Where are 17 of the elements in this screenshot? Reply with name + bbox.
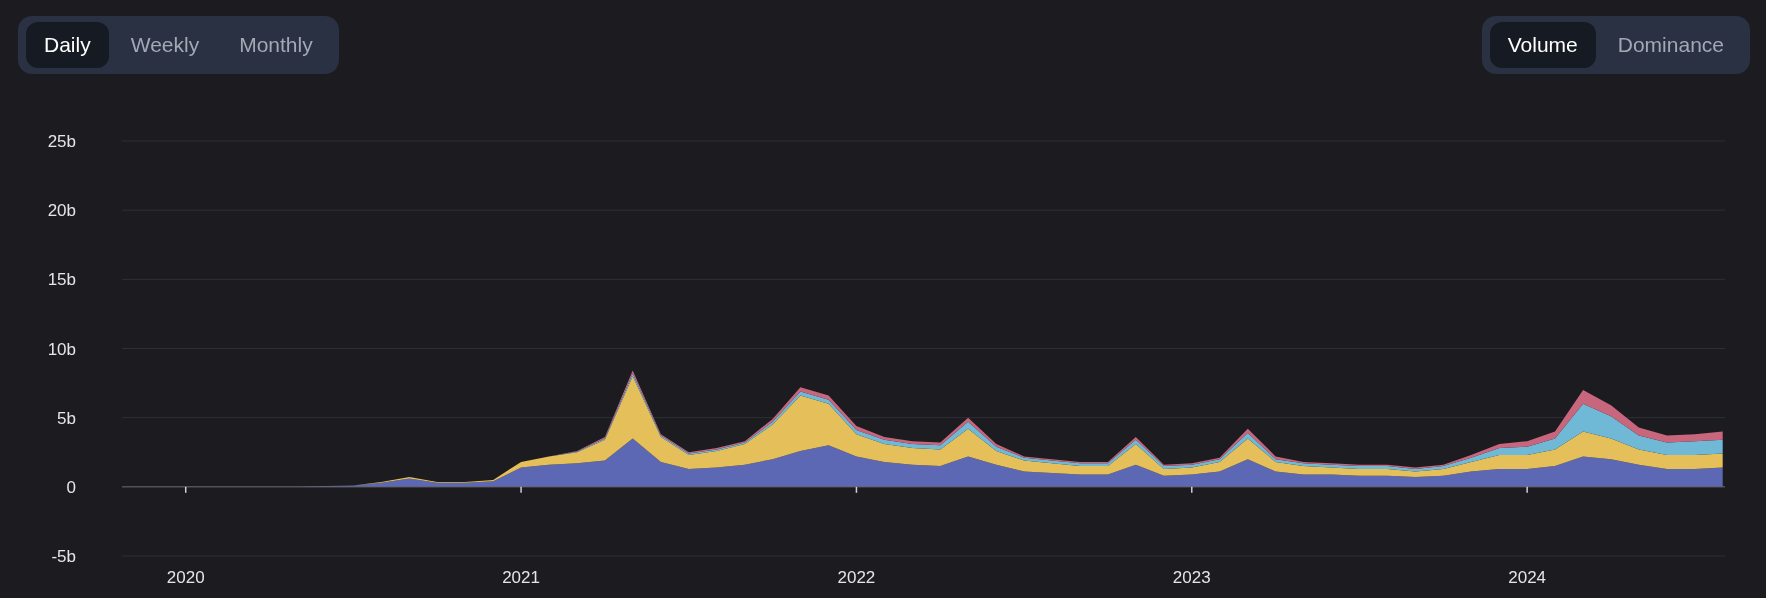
y-tick-label: 25b: [47, 132, 76, 151]
period-tab[interactable]: Monthly: [221, 22, 331, 68]
period-tab[interactable]: Weekly: [112, 22, 218, 68]
y-tick-label: -5b: [51, 547, 76, 566]
metric-tab[interactable]: Volume: [1489, 22, 1596, 68]
x-tick-label: 2022: [837, 568, 876, 587]
y-tick-label: 5b: [57, 408, 76, 428]
x-tick-label: 2021: [502, 568, 540, 587]
y-tick-label: 15b: [47, 270, 76, 290]
x-tick-label: 2020: [166, 568, 205, 587]
period-tab[interactable]: Daily: [26, 22, 109, 68]
x-tick-label: 2024: [1508, 568, 1547, 587]
y-tick-label: 10b: [47, 339, 76, 359]
metric-tab[interactable]: Dominance: [1599, 22, 1742, 68]
y-tick-label: 20b: [47, 201, 76, 221]
y-tick-label: 0: [66, 477, 76, 497]
x-tick-label: 2023: [1172, 568, 1211, 587]
